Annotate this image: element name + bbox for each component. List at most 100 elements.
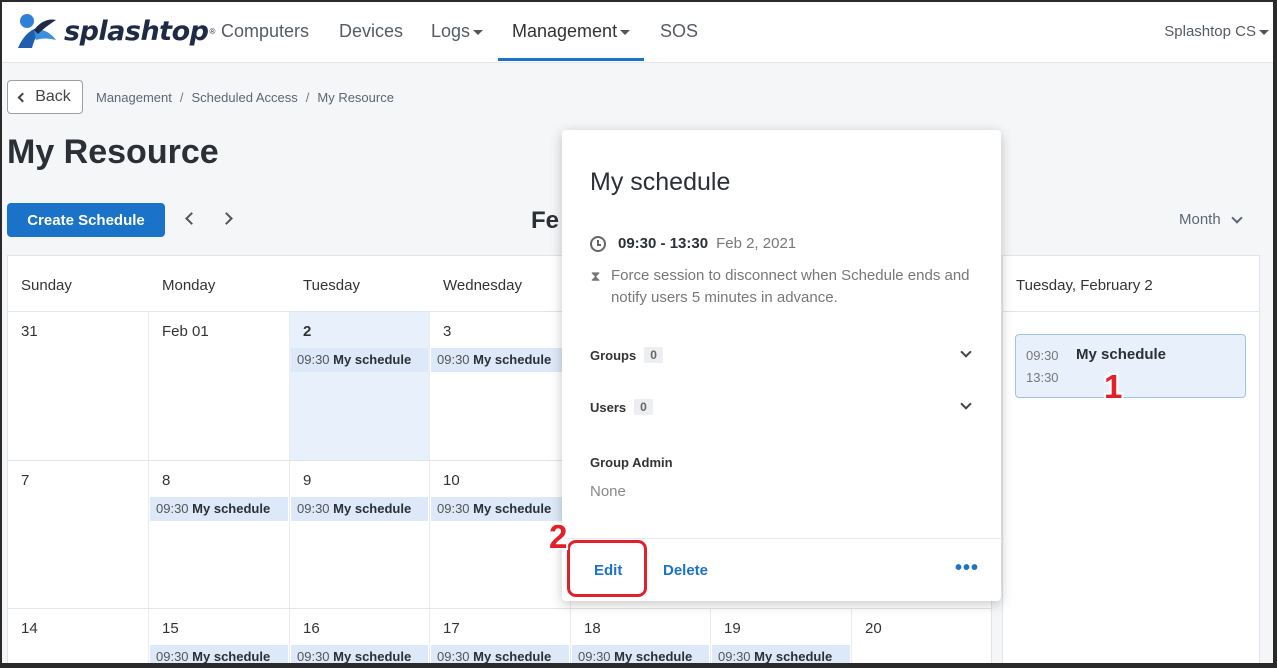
calendar-day-cell[interactable]: 20	[852, 609, 991, 668]
top-navigation: splashtop ® Computers Devices Logs Manage…	[0, 0, 1277, 63]
schedule-detail-popover: My schedule 09:30 - 13:30 Feb 2, 2021 ⧗ …	[562, 130, 1001, 601]
event-time: 09:30	[437, 352, 470, 367]
account-menu[interactable]: Splashtop CS	[1164, 0, 1269, 64]
event-title: My schedule	[192, 649, 271, 664]
nav-computers[interactable]: Computers	[221, 0, 309, 61]
day-header-monday: Monday	[162, 277, 216, 294]
event-title: My schedule	[473, 352, 552, 367]
schedule-time-info: 09:30 - 13:30 Feb 2, 2021	[590, 235, 796, 252]
schedule-event[interactable]: 09:30 My schedule	[291, 348, 428, 372]
date-number: 20	[865, 620, 882, 637]
calendar-day-cell[interactable]: 9 09:30 My schedule	[290, 461, 430, 608]
calendar-day-cell[interactable]: 16 09:30 My schedule	[290, 609, 430, 668]
previous-month-icon[interactable]	[185, 212, 198, 225]
date-number: 8	[162, 472, 171, 489]
groups-row[interactable]: Groups 0	[590, 341, 974, 369]
event-end-time: 13:30	[1026, 370, 1059, 385]
schedule-event[interactable]: 09:30 My schedule	[150, 497, 288, 521]
page-title: My Resource	[7, 133, 219, 171]
users-count-badge: 0	[634, 399, 653, 415]
back-button[interactable]: Back	[7, 80, 83, 114]
calendar-day-cell[interactable]: 19 09:30 My schedule	[711, 609, 852, 668]
date-number: 2	[303, 323, 312, 340]
chevron-left-icon	[17, 92, 28, 102]
nav-devices[interactable]: Devices	[339, 0, 403, 61]
date-number: 14	[21, 620, 38, 637]
calendar-day-cell[interactable]: 15 09:30 My schedule	[149, 609, 290, 668]
schedule-date: Feb 2, 2021	[716, 235, 797, 252]
nav-logs[interactable]: Logs	[431, 0, 484, 61]
more-options-icon[interactable]: •••	[955, 558, 979, 578]
event-time: 09:30	[718, 649, 751, 664]
splashtop-logo[interactable]: splashtop ®	[14, 12, 215, 50]
date-number: 16	[303, 620, 320, 637]
schedule-event[interactable]: 09:30 My schedule	[291, 497, 428, 521]
calendar-week: 14 15 09:30 My schedule 16 09:30 My sche…	[8, 609, 991, 668]
date-number: 10	[443, 472, 460, 489]
event-time: 09:30	[297, 352, 330, 367]
event-title: My schedule	[192, 501, 271, 516]
schedule-event[interactable]: 09:30 My schedule	[431, 645, 569, 668]
month-title: Fe	[531, 207, 560, 234]
event-time: 09:30	[437, 649, 470, 664]
disconnect-note: ⧗ Force session to disconnect when Sched…	[590, 265, 970, 309]
event-start-time: 09:30	[1026, 348, 1059, 363]
calendar-day-cell[interactable]: 14	[8, 609, 149, 668]
chevron-down-icon[interactable]	[960, 346, 972, 358]
brand-name: splashtop	[64, 15, 209, 47]
event-time: 09:30	[437, 501, 470, 516]
group-admin-value: None	[590, 483, 626, 500]
nav-management[interactable]: Management	[498, 0, 645, 61]
hourglass-icon: ⧗	[590, 268, 601, 284]
schedule-event[interactable]: 09:30 My schedule	[572, 645, 709, 668]
breadcrumb-scheduled-access[interactable]: Scheduled Access	[192, 90, 298, 105]
event-time: 09:30	[156, 649, 189, 664]
calendar-day-cell[interactable]: 17 09:30 My schedule	[430, 609, 571, 668]
brand-registered-mark: ®	[209, 26, 216, 36]
calendar-day-cell-today[interactable]: 2 09:30 My schedule	[290, 312, 430, 460]
calendar-day-cell[interactable]: 7	[8, 461, 149, 608]
event-title: My schedule	[614, 649, 693, 664]
breadcrumb-separator: /	[305, 90, 310, 105]
schedule-event[interactable]: 09:30 My schedule	[712, 645, 850, 668]
nav-sos[interactable]: SOS	[660, 0, 698, 61]
users-label: Users	[590, 399, 627, 415]
event-title: My schedule	[754, 649, 833, 664]
breadcrumb-management[interactable]: Management	[96, 90, 172, 105]
users-row[interactable]: Users 0	[590, 393, 974, 421]
event-time: 09:30	[578, 649, 611, 664]
day-header-tuesday: Tuesday	[290, 256, 430, 315]
back-label: Back	[35, 88, 71, 105]
day-header-sunday: Sunday	[21, 277, 72, 294]
calendar-day-cell[interactable]: 31	[8, 312, 149, 460]
event-title: My schedule	[333, 501, 412, 516]
edit-highlight-box	[567, 540, 647, 597]
schedule-event[interactable]: 09:30 My schedule	[150, 645, 288, 668]
schedule-event[interactable]: 09:30 My schedule	[291, 645, 428, 668]
groups-label: Groups	[590, 347, 637, 363]
groups-count-badge: 0	[644, 347, 663, 363]
delete-button[interactable]: Delete	[663, 562, 708, 579]
nav-computers-label: Computers	[221, 21, 310, 41]
calendar-day-cell[interactable]: 8 09:30 My schedule	[149, 461, 290, 608]
popover-title: My schedule	[590, 168, 731, 196]
calendar-day-cell[interactable]: 18 09:30 My schedule	[571, 609, 711, 668]
date-number: 7	[21, 472, 30, 489]
schedule-event[interactable]: 09:30 My schedule	[431, 348, 569, 372]
day-schedule-event[interactable]: 09:30 13:30 My schedule	[1015, 334, 1246, 398]
view-mode-select[interactable]: Month	[1179, 211, 1243, 228]
chevron-down-icon	[1231, 211, 1243, 224]
calendar-day-cell[interactable]: 3 09:30 My schedule	[430, 312, 571, 460]
create-schedule-button[interactable]: Create Schedule	[7, 203, 165, 237]
date-number: 3	[443, 323, 452, 340]
step-1-marker: 1	[1104, 368, 1123, 405]
calendar-day-cell[interactable]: Feb 01	[149, 312, 290, 460]
disconnect-note-text: Force session to disconnect when Schedul…	[610, 267, 970, 306]
account-name: Splashtop CS	[1164, 23, 1256, 40]
date-number: 18	[584, 620, 601, 637]
breadcrumb-my-resource: My Resource	[317, 90, 394, 105]
date-number: 9	[303, 472, 312, 489]
next-month-icon[interactable]	[220, 212, 233, 225]
event-time: 09:30	[297, 501, 330, 516]
chevron-down-icon[interactable]	[960, 398, 972, 410]
